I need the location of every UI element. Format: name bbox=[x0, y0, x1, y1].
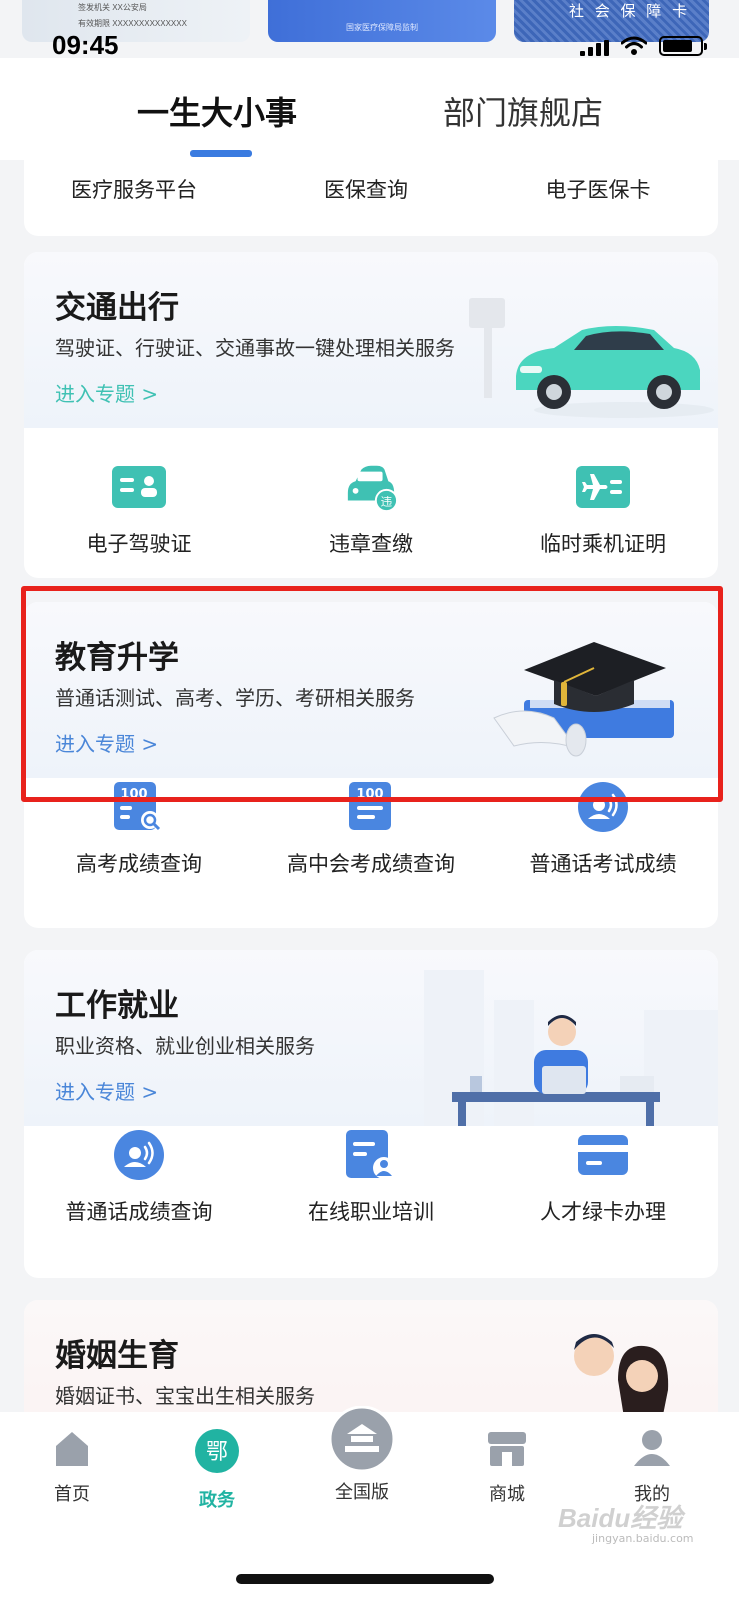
medical-card-peek[interactable]: 国家医疗保障局监制 bbox=[268, 0, 496, 42]
violation-badge-text: 违 bbox=[381, 494, 393, 508]
service-mandarin-score-query[interactable]: 普通话成绩查询 bbox=[24, 1128, 254, 1226]
nav-label: 政务 bbox=[199, 1490, 235, 1511]
service-label: 高中会考成绩查询 bbox=[287, 852, 455, 876]
category-tabs: 一生大小事 部门旗舰店 bbox=[0, 58, 739, 160]
employment-banner[interactable]: 工作就业 职业资格、就业创业相关服务 进入专题 > bbox=[24, 950, 718, 1126]
car-illustration-icon bbox=[469, 298, 714, 418]
flight-pass-icon bbox=[576, 460, 630, 514]
nav-home[interactable]: 首页 bbox=[22, 1428, 122, 1506]
training-icon bbox=[344, 1128, 398, 1182]
transport-banner[interactable]: 交通出行 驾驶证、行驶证、交通事故一键处理相关服务 进入专题 > bbox=[24, 252, 718, 428]
medical-insurance-query-link[interactable]: 医保查询 bbox=[256, 174, 476, 204]
status-icons bbox=[580, 36, 707, 56]
nav-store[interactable]: 商城 bbox=[457, 1428, 557, 1506]
service-violation-payment[interactable]: 违 违章查缴 bbox=[256, 460, 486, 558]
electronic-medical-card-link[interactable]: 电子医保卡 bbox=[488, 174, 708, 204]
section-subtitle: 职业资格、就业创业相关服务 bbox=[55, 1034, 315, 1058]
service-label: 电子驾驶证 bbox=[86, 532, 192, 556]
service-label: 临时乘机证明 bbox=[540, 532, 666, 556]
profile-icon bbox=[634, 1430, 670, 1466]
service-label: 在线职业培训 bbox=[308, 1200, 434, 1224]
medical-services-card: 医疗服务平台 医保查询 电子医保卡 bbox=[24, 160, 718, 236]
service-label: 高考成绩查询 bbox=[76, 852, 202, 876]
medical-service-platform-link[interactable]: 医疗服务平台 bbox=[24, 174, 244, 204]
national-icon bbox=[328, 1405, 396, 1473]
section-subtitle: 驾驶证、行驶证、交通事故一键处理相关服务 bbox=[55, 336, 455, 360]
service-flight-pass[interactable]: 临时乘机证明 bbox=[488, 460, 718, 558]
medical-card-issuer: 国家医疗保障局监制 bbox=[346, 23, 418, 32]
store-icon bbox=[488, 1432, 526, 1466]
service-talent-green-card[interactable]: 人才绿卡办理 bbox=[488, 1128, 718, 1226]
id-card-issuer: 签发机关 XX公安局 bbox=[78, 3, 147, 12]
service-electronic-license[interactable]: 电子驾驶证 bbox=[24, 460, 254, 558]
service-online-training[interactable]: 在线职业培训 bbox=[256, 1128, 486, 1226]
service-label: 违章查缴 bbox=[329, 532, 413, 556]
tab-department-stores[interactable]: 部门旗舰店 bbox=[443, 88, 603, 134]
home-indicator[interactable] bbox=[236, 1574, 494, 1584]
enter-topic-link[interactable]: 进入专题 > bbox=[55, 378, 158, 407]
wifi-icon bbox=[621, 36, 647, 55]
gov-glyph: 鄂 bbox=[206, 1440, 228, 1465]
green-card-icon bbox=[576, 1128, 630, 1182]
home-icon bbox=[56, 1432, 88, 1466]
car-violation-icon: 违 bbox=[344, 460, 398, 514]
enter-topic-link[interactable]: 进入专题 > bbox=[55, 1076, 158, 1105]
battery-icon bbox=[659, 36, 707, 56]
nav-government[interactable]: 鄂 政务 bbox=[167, 1428, 267, 1512]
service-label: 人才绿卡办理 bbox=[540, 1200, 666, 1224]
section-title: 交通出行 bbox=[55, 290, 179, 326]
service-label: 普通话成绩查询 bbox=[65, 1200, 213, 1224]
section-title: 婚姻生育 bbox=[55, 1338, 179, 1374]
section-title: 工作就业 bbox=[55, 988, 179, 1024]
nav-profile[interactable]: 我的 bbox=[602, 1428, 702, 1506]
highlight-box bbox=[21, 586, 723, 802]
employment-services: 普通话成绩查询 在线职业培训 人才绿卡办理 bbox=[24, 1126, 718, 1276]
nav-label: 全国版 bbox=[335, 1482, 389, 1503]
tab-life-events[interactable]: 一生大小事 bbox=[137, 88, 297, 134]
office-worker-illustration-icon bbox=[424, 970, 718, 1126]
nav-label: 商城 bbox=[489, 1484, 525, 1505]
employment-card: 工作就业 职业资格、就业创业相关服务 进入专题 > 普通话成绩查询 在线职业培训… bbox=[24, 950, 718, 1278]
social-security-card-title: 社 会 保 障 卡 bbox=[569, 2, 691, 20]
id-card-validity: 有效期限 XXXXXXXXXXXXXX bbox=[78, 19, 187, 28]
transport-card: 交通出行 驾驶证、行驶证、交通事故一键处理相关服务 进入专题 > 电子驾驶证 违… bbox=[24, 252, 718, 578]
status-time: 09:45 bbox=[52, 30, 119, 60]
baidu-watermark-url: jingyan.baidu.com bbox=[592, 1532, 694, 1545]
license-card-icon bbox=[112, 460, 166, 514]
baidu-watermark: Baidu经验 bbox=[558, 1503, 683, 1533]
nav-national[interactable]: 全国版 bbox=[312, 1405, 412, 1504]
section-subtitle: 婚姻证书、宝宝出生相关服务 bbox=[55, 1384, 315, 1408]
active-tab-indicator bbox=[190, 150, 252, 157]
signal-icon bbox=[580, 40, 609, 56]
service-label: 普通话考试成绩 bbox=[529, 852, 677, 876]
nav-label: 首页 bbox=[54, 1484, 90, 1505]
transport-services: 电子驾驶证 违 违章查缴 临时乘机证明 bbox=[24, 428, 718, 578]
speech-icon bbox=[112, 1128, 166, 1182]
gov-icon: 鄂 bbox=[195, 1429, 239, 1473]
